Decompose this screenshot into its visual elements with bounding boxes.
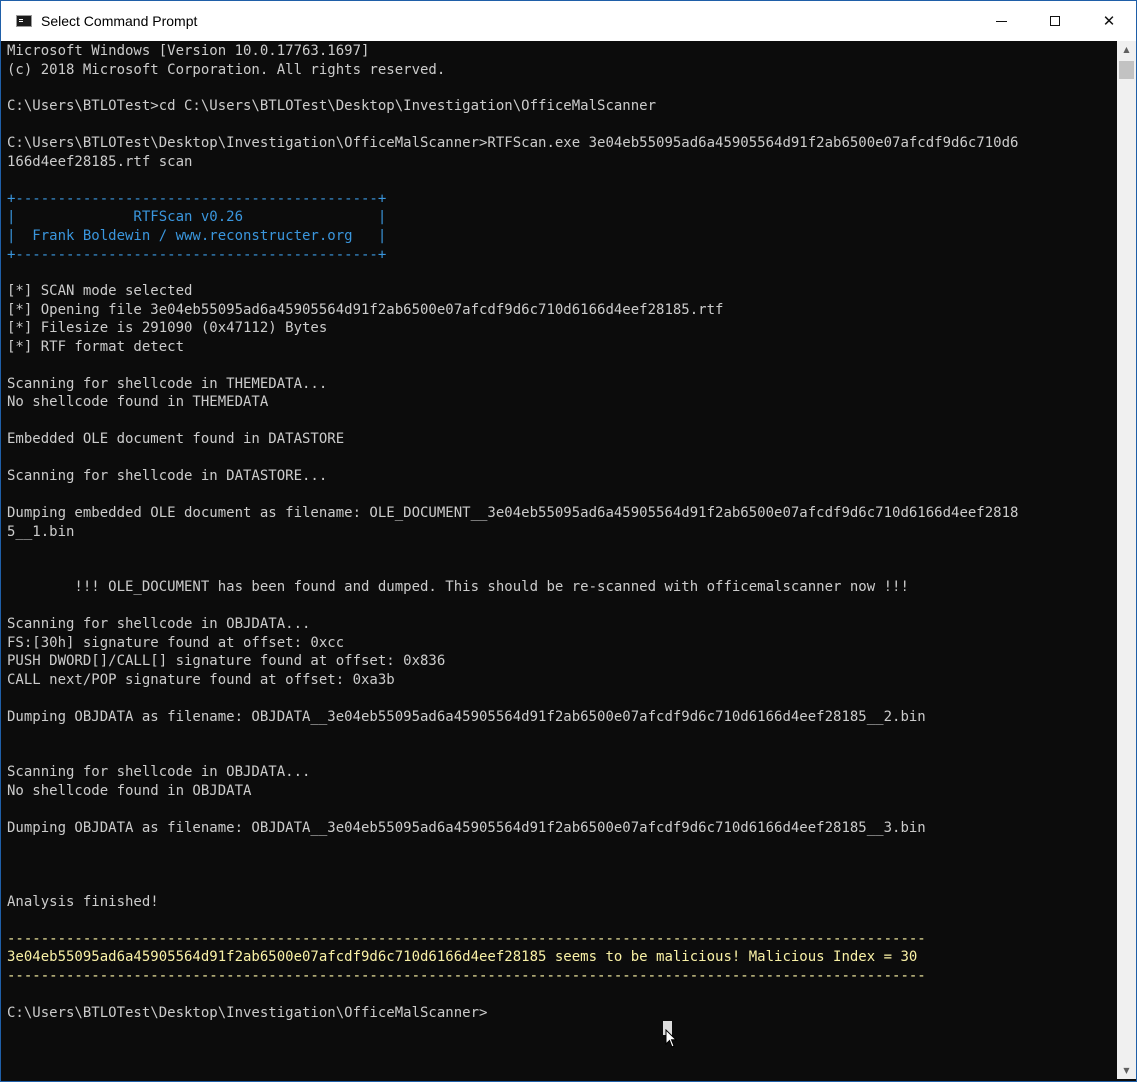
vertical-scrollbar[interactable]: ▲ ▼ [1117, 41, 1136, 1079]
console-line: CALL next/POP signature found at offset:… [7, 672, 395, 688]
console-line: PUSH DWORD[]/CALL[] signature found at o… [7, 653, 446, 669]
banner-line: | Frank Boldewin / www.reconstructer.org… [7, 228, 387, 244]
console-line: 166d4eef28185.rtf scan [7, 154, 193, 170]
minimize-button[interactable] [974, 1, 1028, 41]
result-separator: ----------------------------------------… [7, 968, 926, 984]
console-line: Analysis finished! [7, 894, 159, 910]
console-line: [*] Opening file 3e04eb55095ad6a45905564… [7, 302, 724, 318]
banner-line: +---------------------------------------… [7, 247, 387, 263]
console-line: Dumping OBJDATA as filename: OBJDATA__3e… [7, 820, 926, 836]
console-line: Scanning for shellcode in THEMEDATA... [7, 376, 328, 392]
console-line: (c) 2018 Microsoft Corporation. All righ… [7, 62, 446, 78]
console-line: Scanning for shellcode in OBJDATA... [7, 764, 311, 780]
console-line: !!! OLE_DOCUMENT has been found and dump… [7, 579, 909, 595]
prompt-line[interactable]: C:\Users\BTLOTest\Desktop\Investigation\… [7, 1004, 487, 1022]
console-output[interactable]: Microsoft Windows [Version 10.0.17763.16… [1, 41, 1117, 1079]
banner-line: +---------------------------------------… [7, 191, 387, 207]
console-app-icon [16, 15, 32, 27]
console-line: C:\Users\BTLOTest>cd C:\Users\BTLOTest\D… [7, 98, 657, 114]
window-controls: ✕ [974, 1, 1136, 41]
maximize-button[interactable] [1028, 1, 1082, 41]
scroll-up-arrow-icon[interactable]: ▲ [1117, 41, 1136, 58]
console-line: No shellcode found in THEMEDATA [7, 394, 269, 410]
scrollbar-thumb[interactable] [1119, 61, 1134, 79]
maximize-icon [1050, 16, 1060, 26]
console-line: Embedded OLE document found in DATASTORE [7, 431, 345, 447]
console-line: No shellcode found in OBJDATA [7, 783, 252, 799]
console-line: [*] RTF format detect [7, 339, 185, 355]
console-line: FS:[30h] signature found at offset: 0xcc [7, 635, 345, 651]
close-icon: ✕ [1102, 12, 1116, 30]
mouse-pointer-icon [665, 1029, 677, 1048]
close-button[interactable]: ✕ [1082, 1, 1136, 41]
console-line: Scanning for shellcode in DATASTORE... [7, 468, 328, 484]
console-line: Scanning for shellcode in OBJDATA... [7, 616, 311, 632]
console-line: [*] SCAN mode selected [7, 283, 193, 299]
title-bar[interactable]: Select Command Prompt ✕ [1, 1, 1136, 41]
console-line: [*] Filesize is 291090 (0x47112) Bytes [7, 320, 328, 336]
console-line: Microsoft Windows [Version 10.0.17763.16… [7, 43, 370, 59]
scroll-down-arrow-icon[interactable]: ▼ [1117, 1062, 1136, 1079]
result-line: 3e04eb55095ad6a45905564d91f2ab6500e07afc… [7, 949, 918, 965]
result-separator: ----------------------------------------… [7, 931, 926, 947]
banner-line: | RTFScan v0.26 | [7, 209, 387, 225]
console-line: Dumping OBJDATA as filename: OBJDATA__3e… [7, 709, 926, 725]
console-line: 5__1.bin [7, 524, 75, 540]
command-prompt-window: Select Command Prompt ✕ Microsoft Window… [0, 0, 1137, 1082]
window-title: Select Command Prompt [41, 13, 198, 29]
console-line: Dumping embedded OLE document as filenam… [7, 505, 1019, 521]
console-line: C:\Users\BTLOTest\Desktop\Investigation\… [7, 135, 1019, 151]
minimize-icon [995, 20, 1007, 22]
